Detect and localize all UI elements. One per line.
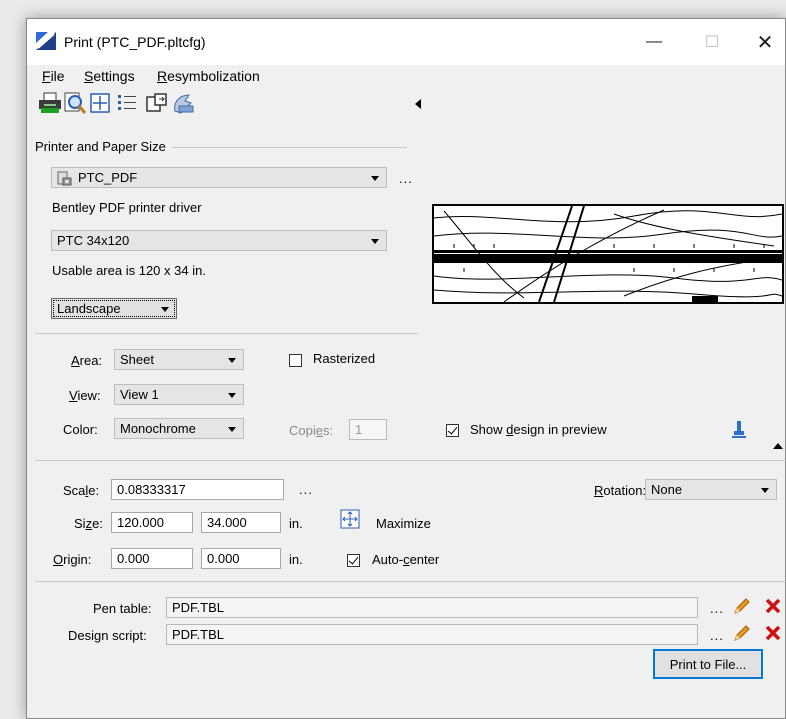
pen-table-label: Pen table:: [93, 601, 152, 616]
color-select[interactable]: Monochrome: [114, 418, 244, 439]
show-design-label: Show design in preview: [470, 422, 607, 437]
brush-icon[interactable]: [731, 421, 747, 439]
chevron-down-icon: [371, 176, 379, 181]
section-divider: [35, 333, 418, 334]
printer-section-label: Printer and Paper Size: [35, 139, 172, 154]
rotation-label: Rotation:: [594, 483, 647, 498]
view-value: View 1: [120, 387, 159, 402]
title-bar: Print (PTC_PDF.pltcfg) — ☐ ✕: [27, 19, 785, 65]
fit-area-icon[interactable]: [88, 91, 112, 115]
menu-resymbolization[interactable]: Resymbolization: [157, 68, 260, 84]
color-label: Color:: [63, 422, 98, 437]
pen-table-field[interactable]: PDF.TBL: [166, 597, 698, 618]
printer-more-button[interactable]: ...: [399, 171, 413, 186]
orientation-select[interactable]: Landscape: [51, 298, 177, 319]
printer-select[interactable]: PTC_PDF: [51, 167, 387, 188]
print-to-file-button[interactable]: Print to File...: [653, 649, 763, 679]
paper-size-select[interactable]: PTC 34x120: [51, 230, 387, 251]
usable-area-text: Usable area is 120 x 34 in.: [52, 263, 206, 278]
show-design-checkbox[interactable]: [446, 424, 459, 437]
maximize-button[interactable]: ☐: [692, 27, 732, 57]
chevron-down-icon: [371, 239, 379, 244]
size-label: Size:: [74, 516, 103, 531]
printer-icon[interactable]: [38, 91, 62, 115]
area-select[interactable]: Sheet: [114, 349, 244, 370]
section-divider: [35, 460, 786, 461]
preview-icon[interactable]: [63, 91, 87, 115]
close-button[interactable]: ✕: [745, 27, 785, 57]
printer-driver-icon: [57, 171, 72, 186]
origin-x-field[interactable]: 0.000: [111, 548, 193, 569]
menu-bar: File Settings Resymbolization: [27, 65, 785, 87]
section-divider: [35, 581, 786, 582]
chevron-down-icon: [228, 393, 236, 398]
rotation-select[interactable]: None: [645, 479, 777, 500]
design-script-more-button[interactable]: ...: [710, 628, 724, 643]
chevron-down-icon: [161, 307, 169, 312]
area-label: Area:: [71, 353, 103, 368]
toolbar: [35, 89, 435, 119]
size-width-field[interactable]: 120.000: [111, 512, 193, 533]
origin-label: Origin:: [53, 552, 92, 567]
size-height-field[interactable]: 34.000: [201, 512, 281, 533]
pen-table-more-button[interactable]: ...: [710, 601, 724, 616]
print-preview: [432, 204, 784, 304]
rotation-value: None: [651, 482, 683, 497]
origin-unit: in.: [289, 552, 303, 567]
pencil-icon[interactable]: [733, 624, 751, 642]
maximize-icon[interactable]: [340, 509, 360, 529]
menu-settings[interactable]: Settings: [84, 68, 135, 84]
driver-text: Bentley PDF printer driver: [52, 200, 202, 215]
window-title: Print (PTC_PDF.pltcfg): [64, 34, 206, 50]
expand-collapse-arrow[interactable]: [773, 443, 783, 449]
area-value: Sheet: [120, 352, 154, 367]
scale-label: Scale:: [63, 483, 100, 498]
scale-more-button[interactable]: ...: [299, 482, 313, 497]
export-icon[interactable]: [145, 91, 169, 115]
minimize-button[interactable]: —: [634, 27, 674, 57]
rasterized-checkbox[interactable]: [289, 354, 302, 367]
auto-center-label: Auto-center: [372, 552, 440, 567]
chevron-down-icon: [228, 358, 236, 363]
scale-field[interactable]: 0.08333317: [111, 479, 284, 500]
design-script-field[interactable]: PDF.TBL: [166, 624, 698, 645]
delete-icon[interactable]: [765, 598, 781, 614]
orientation-value: Landscape: [57, 301, 121, 316]
copies-label: Copies:: [289, 423, 334, 438]
collapse-toggle[interactable]: [415, 99, 421, 109]
printer-select-value: PTC_PDF: [78, 170, 138, 185]
rasterized-label: Rasterized: [313, 351, 376, 366]
list-icon[interactable]: [115, 91, 139, 115]
copies-field[interactable]: 1: [349, 419, 387, 440]
design-preview-drawing: [433, 205, 783, 303]
spooler-icon[interactable]: [171, 91, 195, 115]
size-unit: in.: [289, 516, 303, 531]
view-label: View:: [69, 388, 101, 403]
microstation-app-icon: [36, 32, 56, 50]
color-value: Monochrome: [120, 421, 196, 436]
menu-file[interactable]: File: [42, 68, 65, 84]
pencil-icon[interactable]: [733, 597, 751, 615]
delete-icon[interactable]: [765, 625, 781, 641]
view-select[interactable]: View 1: [114, 384, 244, 405]
origin-y-field[interactable]: 0.000: [201, 548, 281, 569]
chevron-down-icon: [761, 488, 769, 493]
auto-center-checkbox[interactable]: [347, 554, 360, 567]
print-dialog: Print (PTC_PDF.pltcfg) — ☐ ✕ File Settin…: [26, 18, 786, 719]
chevron-down-icon: [228, 427, 236, 432]
maximize-label[interactable]: Maximize: [376, 516, 431, 531]
design-script-label: Design script:: [68, 628, 147, 643]
paper-size-value: PTC 34x120: [57, 233, 130, 248]
